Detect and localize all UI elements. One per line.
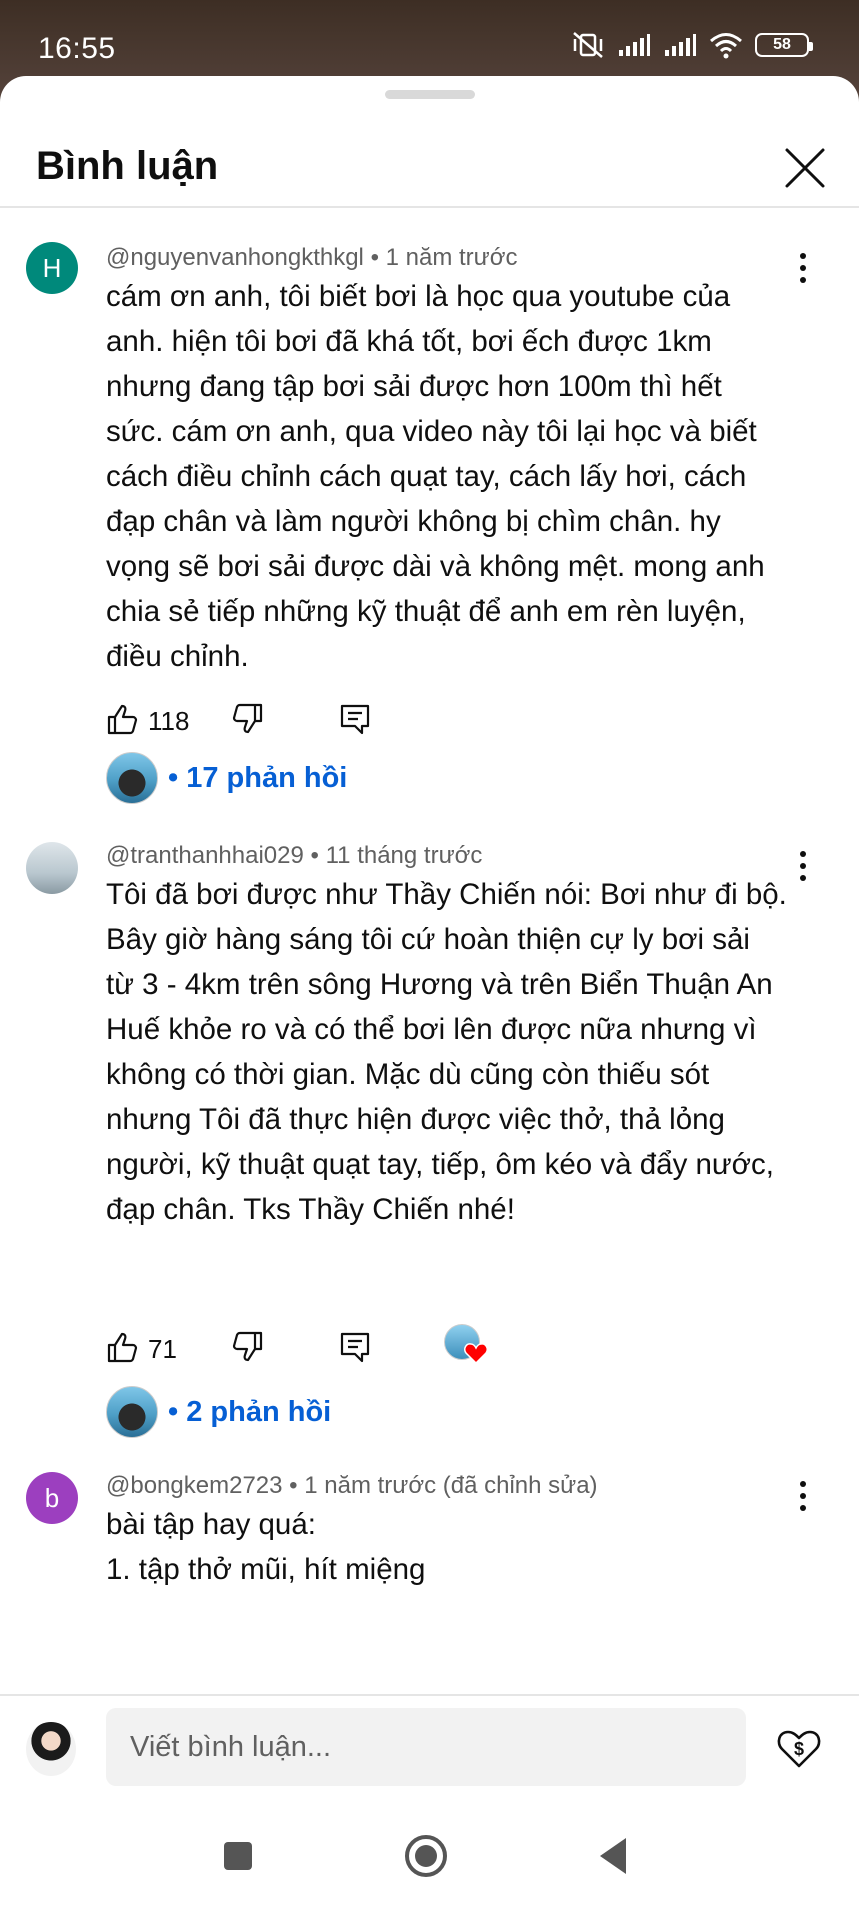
comment-time: 1 năm trước <box>385 244 518 271</box>
avatar[interactable] <box>26 842 78 894</box>
avatar[interactable]: H <box>26 242 78 294</box>
comment-item: @tranthanhhai029 • 11 tháng trước Tôi đã… <box>0 830 859 1390</box>
replies-button[interactable]: • 17 phản hồi <box>106 752 347 804</box>
comment-meta: @bongkem2723 • 1 năm trước (đã chỉnh sửa… <box>106 1472 598 1500</box>
replies-button[interactable]: • 2 phản hồi <box>106 1386 331 1438</box>
avatar[interactable]: b <box>26 1472 78 1524</box>
super-thanks-icon[interactable]: $ <box>775 1724 823 1772</box>
dislike-icon[interactable] <box>230 1330 264 1364</box>
drag-handle[interactable] <box>385 90 475 99</box>
comment-actions: 71 <box>106 1324 806 1374</box>
status-time: 16:55 <box>38 32 116 65</box>
svg-text:$: $ <box>794 1739 804 1759</box>
comment-time: 1 năm trước (đã chỉnh sửa) <box>304 1472 598 1499</box>
heart-icon <box>464 1343 488 1364</box>
avatar-letter: H <box>42 252 62 283</box>
user-avatar <box>26 1722 76 1776</box>
comment-text: cám ơn anh, tôi biết bơi là học qua yout… <box>106 280 765 673</box>
status-icons: 58 <box>571 30 813 60</box>
like-icon[interactable] <box>106 702 140 736</box>
signal-icon <box>665 34 696 56</box>
avatar-letter: b <box>44 1482 60 1513</box>
replies-count: • 2 phản hồi <box>168 1395 332 1428</box>
comments-sheet: Bình luận H @nguyenvanhongkthkgl • 1 năm… <box>0 76 859 1908</box>
meta-separator: • <box>310 842 326 869</box>
comment-author[interactable]: @nguyenvanhongkthkgl <box>106 244 364 271</box>
meta-separator: • <box>289 1472 305 1499</box>
like-count: 118 <box>148 706 190 736</box>
mute-vibrate-icon <box>573 32 603 58</box>
creator-avatar <box>106 1386 158 1438</box>
creator-heart-badge <box>444 1324 490 1370</box>
comment-item: H @nguyenvanhongkthkgl • 1 năm trước cám… <box>0 210 859 770</box>
comment-list[interactable]: H @nguyenvanhongkthkgl • 1 năm trước cám… <box>0 210 859 1770</box>
dislike-icon[interactable] <box>230 702 264 736</box>
comment-text: bài tập hay quá: 1. tập thở mũi, hít miệ… <box>106 1508 426 1586</box>
like-count: 71 <box>148 1334 177 1364</box>
like-icon[interactable] <box>106 1330 140 1364</box>
signal-icon <box>619 34 650 56</box>
battery-icon: 58 <box>755 33 813 57</box>
back-icon[interactable] <box>590 1832 638 1880</box>
comment-meta: @tranthanhhai029 • 11 tháng trước <box>106 842 482 870</box>
replies-count: • 17 phản hồi <box>168 761 348 794</box>
system-nav-bar <box>0 1804 859 1908</box>
reply-icon[interactable] <box>338 1330 372 1364</box>
recents-icon[interactable] <box>214 1832 262 1880</box>
comment-author[interactable]: @bongkem2723 <box>106 1472 282 1499</box>
meta-separator: • <box>370 244 386 271</box>
comment-time: 11 tháng trước <box>325 842 483 869</box>
comment-text: Tôi đã bơi được như Thầy Chiến nói: Bơi … <box>106 878 787 1226</box>
creator-avatar <box>106 752 158 804</box>
reply-icon[interactable] <box>338 702 372 736</box>
home-icon[interactable] <box>402 1832 450 1880</box>
comment-author[interactable]: @tranthanhhai029 <box>106 842 304 869</box>
comment-input[interactable] <box>106 1708 746 1786</box>
sheet-header: Bình luận <box>0 116 859 208</box>
close-icon[interactable] <box>781 144 829 192</box>
sheet-title: Bình luận <box>36 144 219 188</box>
comment-composer: $ <box>0 1694 859 1804</box>
comment-meta: @nguyenvanhongkthkgl • 1 năm trước <box>106 244 517 272</box>
wifi-icon <box>710 33 742 59</box>
comment-actions: 118 <box>106 702 806 746</box>
comment-item: b @bongkem2723 • 1 năm trước (đã chỉnh s… <box>0 1462 859 1662</box>
